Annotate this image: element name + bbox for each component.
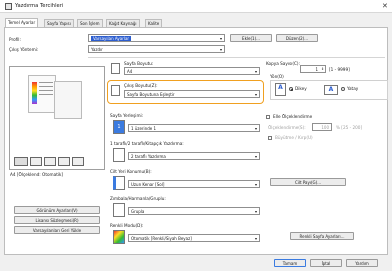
portrait-label: Dikey <box>295 86 307 91</box>
finishing-select[interactable]: Grupla ▾ <box>128 207 260 215</box>
duplex-select[interactable]: 2 taraflı Yazdırma ▾ <box>128 152 260 160</box>
output-size-icon <box>111 85 120 96</box>
chevron-down-icon: ▾ <box>254 69 257 74</box>
text-line <box>39 94 53 95</box>
divider <box>88 57 385 58</box>
printer-icon <box>5 3 12 10</box>
manual-scaling-checkbox[interactable] <box>266 115 270 119</box>
profile-edit-button[interactable]: Düzen(2)... <box>276 34 318 42</box>
binding-select[interactable]: Uzun Kenar [Sol] ▾ <box>128 180 260 188</box>
chevron-down-icon: ▾ <box>254 92 257 97</box>
duplex-value: 2 taraflı Yazdırma <box>131 154 166 159</box>
gutter-button[interactable]: Cilt Payı(G)... <box>270 178 346 186</box>
cancel-button[interactable]: İptal <box>310 259 342 267</box>
page-layout-label: Sayfa Yerleşimi: <box>110 113 144 118</box>
profile-add-button[interactable]: Ekle(1)... <box>230 34 272 42</box>
portrait-radio[interactable] <box>289 87 293 91</box>
license-button[interactable]: Lisansı Sözleşmesi(R) <box>14 216 100 224</box>
profile-label: Profil: <box>9 37 21 42</box>
output-method-select[interactable]: Yazdır ▾ <box>88 45 225 53</box>
preview-page <box>28 75 56 113</box>
page-size-icon <box>111 63 120 74</box>
finishing-value: Grupla <box>131 209 145 214</box>
preview-page-back <box>54 81 82 119</box>
color-icon <box>72 157 84 166</box>
binding-value: Uzun Kenar [Sol] <box>131 182 165 187</box>
duplex-icon <box>113 148 125 162</box>
copies-label: Kopya Sayısı(C): <box>266 61 300 66</box>
output-size-select[interactable]: Sayfa Boyutuna Eşleştir ▾ <box>124 90 260 98</box>
page-size-value: A4 <box>127 69 133 74</box>
text-line <box>39 90 53 91</box>
color-mode-select[interactable]: Otomatik [Renkli/Siyah Beyaz] ▾ <box>128 234 260 242</box>
scale-input[interactable]: 100 <box>312 123 332 131</box>
finishing-label: Zımbala/Harmanla/Gruplu: <box>110 196 166 201</box>
preview-caption: A4 [Ölçeklend: Otomatik] <box>10 172 64 177</box>
printer-icon <box>14 157 28 166</box>
page-layout-value: 1 üzerinde 1 <box>131 126 157 131</box>
page-layout-icon: 1 <box>113 120 125 134</box>
text-line <box>39 86 53 87</box>
duplex-label: 1 taraflı/2 taraflı/Kitapçık Yazdırma: <box>110 141 184 146</box>
scale-range: % [25 - 200] <box>336 125 363 130</box>
color-bar-icon <box>32 82 37 104</box>
binding-label: Cilt Yeri Konumu(B): <box>110 169 152 174</box>
chevron-down-icon: ▾ <box>254 209 257 214</box>
chevron-down-icon: ▾ <box>219 36 222 41</box>
view-settings-button[interactable]: Görünüm Ayarları(V) <box>14 206 100 214</box>
output-method-label: Çıkış Yöntemi: <box>9 47 39 52</box>
window-title: Yazdırma Tercihleri <box>15 3 64 9</box>
close-icon[interactable]: ✕ <box>382 2 388 10</box>
color-mode-icon <box>113 230 125 244</box>
landscape-radio[interactable] <box>341 87 345 91</box>
landscape-icon: A <box>324 85 338 95</box>
chevron-down-icon: ▾ <box>254 154 257 159</box>
output-size-value: Sayfa Boyutuna Eşleştir <box>127 92 175 97</box>
color-mode-value: Otomatik [Renkli/Siyah Beyaz] <box>131 236 192 241</box>
scale-label: Ölçeklendirme(S): <box>268 125 306 130</box>
duplex-icon <box>30 157 42 166</box>
chevron-down-icon: ▾ <box>254 182 257 187</box>
title-bar: Yazdırma Tercihleri ✕ <box>0 0 392 13</box>
profile-value: Varsayılan Ayarlar <box>91 36 132 41</box>
profile-select[interactable]: Varsayılan Ayarlar ▾ <box>88 34 225 42</box>
page-layout-select[interactable]: 1 üzerinde 1 ▾ <box>128 124 260 132</box>
collate-icon <box>113 203 125 217</box>
page-size-label: Sayfa Boyutu: <box>124 61 154 66</box>
help-button[interactable]: Yardım <box>346 259 378 267</box>
orientation-label: Yön(O) <box>270 74 284 79</box>
spinner-icon[interactable]: ⇕ <box>321 67 324 71</box>
restore-defaults-button[interactable]: Varsayılanları Geri Yükle <box>14 226 100 234</box>
booklet-label: Büyütme / Kırp(U) <box>275 135 313 140</box>
chevron-down-icon: ▾ <box>254 126 257 131</box>
chevron-down-icon: ▾ <box>254 236 257 241</box>
color-mode-label: Renkli Modu(D): <box>110 223 144 228</box>
output-size-label: Çıkış Boyutu(Z): <box>124 83 158 88</box>
group-icon <box>58 157 70 166</box>
landscape-label: Yatay <box>347 86 359 91</box>
binding-icon <box>113 176 125 190</box>
manual-scaling-label: Elle Ölçeklendirme <box>273 114 313 119</box>
staple-icon <box>44 157 56 166</box>
print-preview <box>9 66 105 170</box>
page-size-select[interactable]: A4 ▾ <box>124 67 260 75</box>
output-method-value: Yazdır <box>91 47 103 52</box>
text-line <box>39 82 53 83</box>
copies-value: 1 <box>315 67 318 72</box>
copies-range: [1 - 9999] <box>329 67 350 72</box>
color-page-settings-button[interactable]: Renkli Sayfa Ayarları... <box>290 232 354 240</box>
copies-input[interactable]: 1 ⇕ <box>300 65 326 73</box>
portrait-icon: A <box>275 83 286 96</box>
chevron-down-icon: ▾ <box>219 47 222 52</box>
ok-button[interactable]: Tamam <box>274 259 306 267</box>
booklet-checkbox[interactable] <box>268 136 272 140</box>
